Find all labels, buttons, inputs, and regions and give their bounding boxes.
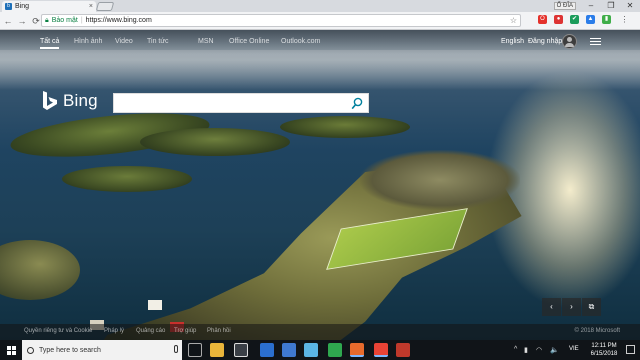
nav-outlook[interactable]: Outlook.com: [281, 38, 320, 45]
volume-icon[interactable]: 🔈: [550, 346, 559, 354]
bing-favicon-icon: b: [5, 3, 12, 10]
microphone-icon[interactable]: [174, 345, 178, 353]
shield-extension-icon[interactable]: ✔: [570, 15, 579, 24]
bing-logo[interactable]: Bing: [40, 90, 98, 112]
wifi-icon[interactable]: ◠: [536, 346, 542, 354]
bing-b-icon: [43, 91, 57, 110]
background-island: [280, 116, 410, 138]
tab-strip: b Bing × Ổ ĐĨA – ❐ ✕: [0, 0, 640, 12]
nav-images[interactable]: Hình ảnh: [74, 38, 102, 45]
app-icon[interactable]: [396, 343, 410, 357]
nav-msn[interactable]: MSN: [198, 38, 214, 45]
nav-office-online[interactable]: Office Online: [229, 38, 269, 45]
footer-legal-link[interactable]: Pháp lý: [104, 328, 124, 334]
clock-date: 6/15/2018: [590, 351, 618, 357]
app-icon[interactable]: [350, 343, 364, 357]
footer-privacy-link[interactable]: Quyền riêng tư và Cookie: [24, 328, 92, 334]
signal-extension-icon[interactable]: ▮: [602, 15, 611, 24]
background-island: [62, 166, 192, 192]
footer-feedback-link[interactable]: Phản hồi: [207, 328, 231, 334]
nav-videos[interactable]: Video: [115, 38, 133, 45]
background-haze: [0, 50, 640, 90]
windows-logo-icon: [6, 345, 16, 355]
app-icon[interactable]: [282, 343, 296, 357]
copyright-text: © 2018 Microsoft: [574, 328, 620, 334]
browser-menu-icon[interactable]: ⋮: [620, 15, 629, 24]
bing-footer: Quyền riêng tư và Cookie Pháp lý Quảng c…: [0, 324, 640, 340]
forward-button[interactable]: →: [17, 15, 27, 27]
background-rocks: [360, 150, 520, 210]
language-toggle[interactable]: English: [501, 38, 524, 45]
share-app-icon[interactable]: [328, 343, 342, 357]
avatar-icon[interactable]: [562, 34, 577, 49]
footer-help-link[interactable]: Trợ giúp: [174, 328, 196, 334]
nav-all[interactable]: Tất cả: [40, 38, 60, 49]
image-controls: ‹ › ⧉: [542, 298, 601, 316]
edge-icon[interactable]: [260, 343, 274, 357]
tab-close-icon[interactable]: ×: [89, 3, 93, 10]
address-bar[interactable]: 🔒︎ Bảo mật | https://www.bing.com ☆: [41, 14, 521, 27]
hamburger-menu-icon[interactable]: [590, 38, 601, 45]
search-box: [113, 93, 369, 113]
reload-button[interactable]: ⟳: [31, 15, 41, 27]
task-view-icon[interactable]: [188, 343, 202, 357]
secure-label: Bảo mật: [51, 17, 78, 24]
image-info-button[interactable]: ⧉: [582, 298, 601, 316]
bing-logo-text: Bing: [63, 91, 98, 110]
taskbar-search-box[interactable]: Type here to search: [22, 340, 182, 360]
back-button[interactable]: ←: [3, 15, 13, 27]
bookmark-star-icon[interactable]: ☆: [510, 16, 517, 25]
tray-overflow-icon[interactable]: ^: [514, 346, 517, 353]
taskbar: Type here to search ^ ▮ ◠ 🔈 VIE 12:11 PM…: [0, 340, 640, 360]
tab-title: Bing: [15, 3, 30, 10]
bing-top-nav: Tất cả Hình ảnh Video Tin tức MSN Office…: [0, 30, 640, 54]
close-window-button[interactable]: ✕: [620, 0, 640, 12]
signin-link[interactable]: Đăng nhập: [528, 38, 562, 45]
taskbar-search-placeholder: Type here to search: [39, 346, 101, 354]
bing-homepage: Tất cả Hình ảnh Video Tin tức MSN Office…: [0, 30, 640, 340]
minimize-button[interactable]: –: [582, 0, 600, 12]
address-separator: |: [80, 17, 83, 24]
background-house: [148, 300, 162, 310]
file-explorer-icon[interactable]: [210, 343, 224, 357]
footer-ads-link[interactable]: Quảng cáo: [136, 328, 165, 334]
taskbar-clock[interactable]: 12:11 PM 6/15/2018: [584, 342, 624, 358]
background-island: [0, 240, 80, 300]
extension-icon[interactable]: ▲: [586, 15, 595, 24]
search-input[interactable]: [118, 97, 346, 111]
profile-button[interactable]: Ổ ĐĨA: [553, 2, 576, 10]
tab-bing[interactable]: b Bing ×: [2, 1, 96, 12]
lock-icon: 🔒︎: [45, 16, 49, 24]
search-icon[interactable]: [351, 97, 363, 110]
url-text[interactable]: https://www.bing.com: [86, 17, 152, 24]
app-icon[interactable]: [304, 343, 318, 357]
opera-extension-icon[interactable]: O: [538, 15, 547, 24]
chrome-icon[interactable]: [374, 343, 388, 357]
notification-center-icon[interactable]: [626, 345, 635, 354]
previous-image-button[interactable]: ‹: [542, 298, 561, 316]
next-image-button[interactable]: ›: [562, 298, 581, 316]
battery-icon[interactable]: ▮: [524, 346, 528, 354]
new-tab-button[interactable]: [95, 2, 115, 11]
maximize-button[interactable]: ❐: [602, 0, 620, 12]
start-button[interactable]: [0, 340, 22, 360]
store-icon[interactable]: [234, 343, 248, 357]
cortana-icon: [27, 346, 34, 354]
input-language-indicator[interactable]: VIE: [569, 346, 579, 352]
nav-news[interactable]: Tin tức: [147, 38, 169, 45]
background-island: [140, 128, 290, 156]
adblock-extension-icon[interactable]: ●: [554, 15, 563, 24]
clock-time: 12:11 PM: [591, 343, 617, 349]
